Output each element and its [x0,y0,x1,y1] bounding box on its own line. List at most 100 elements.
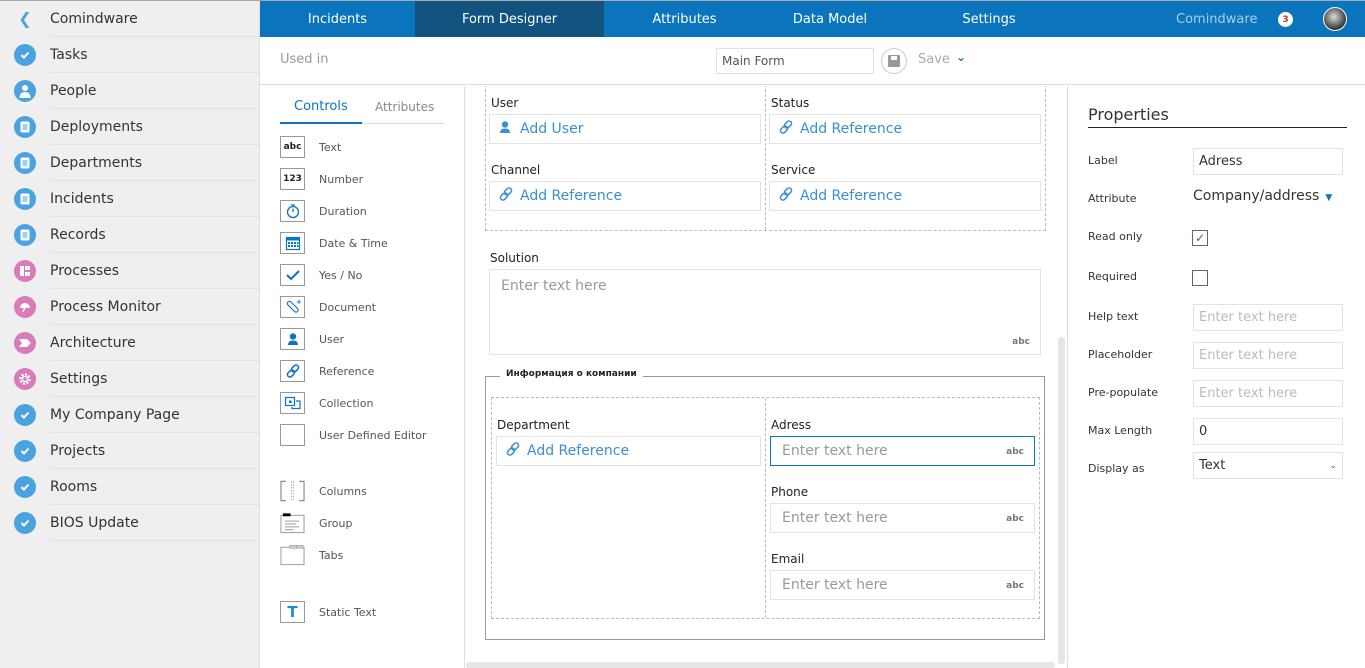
tab-attributes-panel[interactable]: Attributes [375,100,434,114]
add-user-field[interactable]: Add User [489,114,761,144]
sidebar-item-incidents[interactable]: Incidents [0,181,259,217]
chevron-down-icon[interactable]: ⌄ [956,50,966,64]
sidebar-item-records[interactable]: Records [0,217,259,253]
control-label: Reference [319,364,375,378]
solution-textarea[interactable]: Enter text here abc [489,269,1041,355]
top-navigation: Incidents Form Designer Attributes Data … [260,1,1365,37]
form-name-input[interactable] [716,48,874,74]
sidebar-item-process-monitor[interactable]: Process Monitor [0,289,259,325]
divider [1088,127,1347,128]
sidebar-item-label: Architecture [50,335,136,351]
tab-attributes[interactable]: Attributes [604,1,765,37]
save-button[interactable]: Save [918,52,950,67]
add-reference-link: Add Reference [800,188,903,204]
brand-link[interactable]: Comindware [1176,12,1257,27]
collection-icon [280,392,305,414]
add-reference-link: Add Reference [520,188,623,204]
prop-label: Display as [1088,462,1145,475]
user-icon [280,328,305,350]
save-icon[interactable] [881,48,907,74]
pre-populate-input[interactable]: Enter text here [1193,380,1343,407]
sidebar-item-architecture[interactable]: Architecture [0,325,259,361]
static-text-icon: T [280,601,305,623]
control-label: Yes / No [319,268,363,282]
control-label: User Defined Editor [319,428,427,442]
control-duration[interactable]: Duration [280,200,367,222]
sidebar-item-settings[interactable]: Settings [0,361,259,397]
email-text-field[interactable]: Enter text here abc [770,570,1035,600]
control-yes-no[interactable]: Yes / No [280,264,362,286]
required-checkbox[interactable] [1192,270,1208,286]
field-label: Adress [771,418,812,432]
adress-text-field[interactable]: Enter text here abc [770,436,1035,466]
sidebar-item-tasks[interactable]: Tasks [0,37,259,73]
field-label: Channel [491,163,541,177]
phone-text-field[interactable]: Enter text here abc [770,503,1035,533]
text-type-badge: abc [1012,337,1030,347]
sidebar-item-deployments[interactable]: Deployments [0,109,259,145]
control-tabs[interactable]: Tabs [280,544,343,566]
sidebar-item-people[interactable]: People [0,73,259,109]
tab-data-model[interactable]: Data Model [765,1,895,37]
department-reference-field[interactable]: Add Reference [496,436,761,466]
control-label: Number [319,172,364,186]
read-only-checkbox[interactable]: ✓ [1192,230,1208,246]
controls-tabs: Controls Attributes [280,96,444,124]
control-text[interactable]: abc Text [280,136,341,158]
control-static-text[interactable]: T Static Text [280,601,376,623]
sidebar-item-label: People [50,83,97,99]
tab-form-designer[interactable]: Form Designer [415,1,604,37]
check-circle-icon [14,404,36,426]
sidebar-item-bios-update[interactable]: BIOS Update [0,505,259,541]
control-date-time[interactable]: Date & Time [280,232,388,254]
field-label: Solution [490,251,539,265]
number-123-icon: 123 [280,168,305,190]
canvas-vertical-scrollbar[interactable] [1058,337,1065,664]
gauge-icon [14,296,36,318]
max-length-input[interactable]: 0 [1193,418,1343,445]
canvas-horizontal-scrollbar[interactable] [466,662,1055,668]
control-number[interactable]: 123 Number [280,168,363,190]
sidebar-item-projects[interactable]: Projects [0,433,259,469]
divider [50,540,259,541]
control-collection[interactable]: Collection [280,392,373,414]
document-icon [14,116,36,138]
label-input[interactable]: Adress [1193,148,1343,175]
sidebar-item-label: Tasks [50,47,88,63]
paperclip-icon: + [280,296,305,318]
text-type-badge: abc [1006,514,1024,524]
control-user-defined-editor[interactable]: User Defined Editor [280,424,427,446]
tab-incidents[interactable]: Incidents [260,1,415,37]
placeholder-input[interactable]: Enter text here [1193,342,1343,369]
column-divider [765,86,766,230]
check-circle-icon [14,440,36,462]
tab-settings[interactable]: Settings [895,1,1083,37]
check-circle-icon [14,44,36,66]
control-columns[interactable]: Columns [280,480,367,502]
notification-badge[interactable]: 3 [1278,12,1293,27]
service-reference-field[interactable]: Add Reference [769,181,1041,211]
help-text-input[interactable]: Enter text here [1193,304,1343,331]
channel-reference-field[interactable]: Add Reference [489,181,761,211]
sidebar-item-my-company-page[interactable]: My Company Page [0,397,259,433]
group-icon [280,512,305,534]
stopwatch-icon [280,200,305,222]
status-reference-field[interactable]: Add Reference [769,114,1041,144]
sidebar-back-button[interactable]: ❮ Comindware [0,1,259,37]
field-label: Status [771,96,810,110]
prop-label: Required [1088,270,1137,283]
link-icon [778,119,794,139]
used-in-link[interactable]: Used in [280,52,329,67]
caret-down-icon: ▼ [1325,193,1333,203]
control-document[interactable]: + Document [280,296,376,318]
display-as-select[interactable]: Text ⌄ [1193,452,1343,479]
sidebar-item-rooms[interactable]: Rooms [0,469,259,505]
sidebar-item-processes[interactable]: Processes [0,253,259,289]
control-reference[interactable]: Reference [280,360,374,382]
control-group[interactable]: Group [280,512,353,534]
attribute-dropdown[interactable]: Company/address ▼ [1193,188,1332,204]
sidebar-item-departments[interactable]: Departments [0,145,259,181]
tab-controls[interactable]: Controls [294,99,348,114]
user-avatar[interactable] [1323,7,1347,31]
control-user[interactable]: User [280,328,344,350]
